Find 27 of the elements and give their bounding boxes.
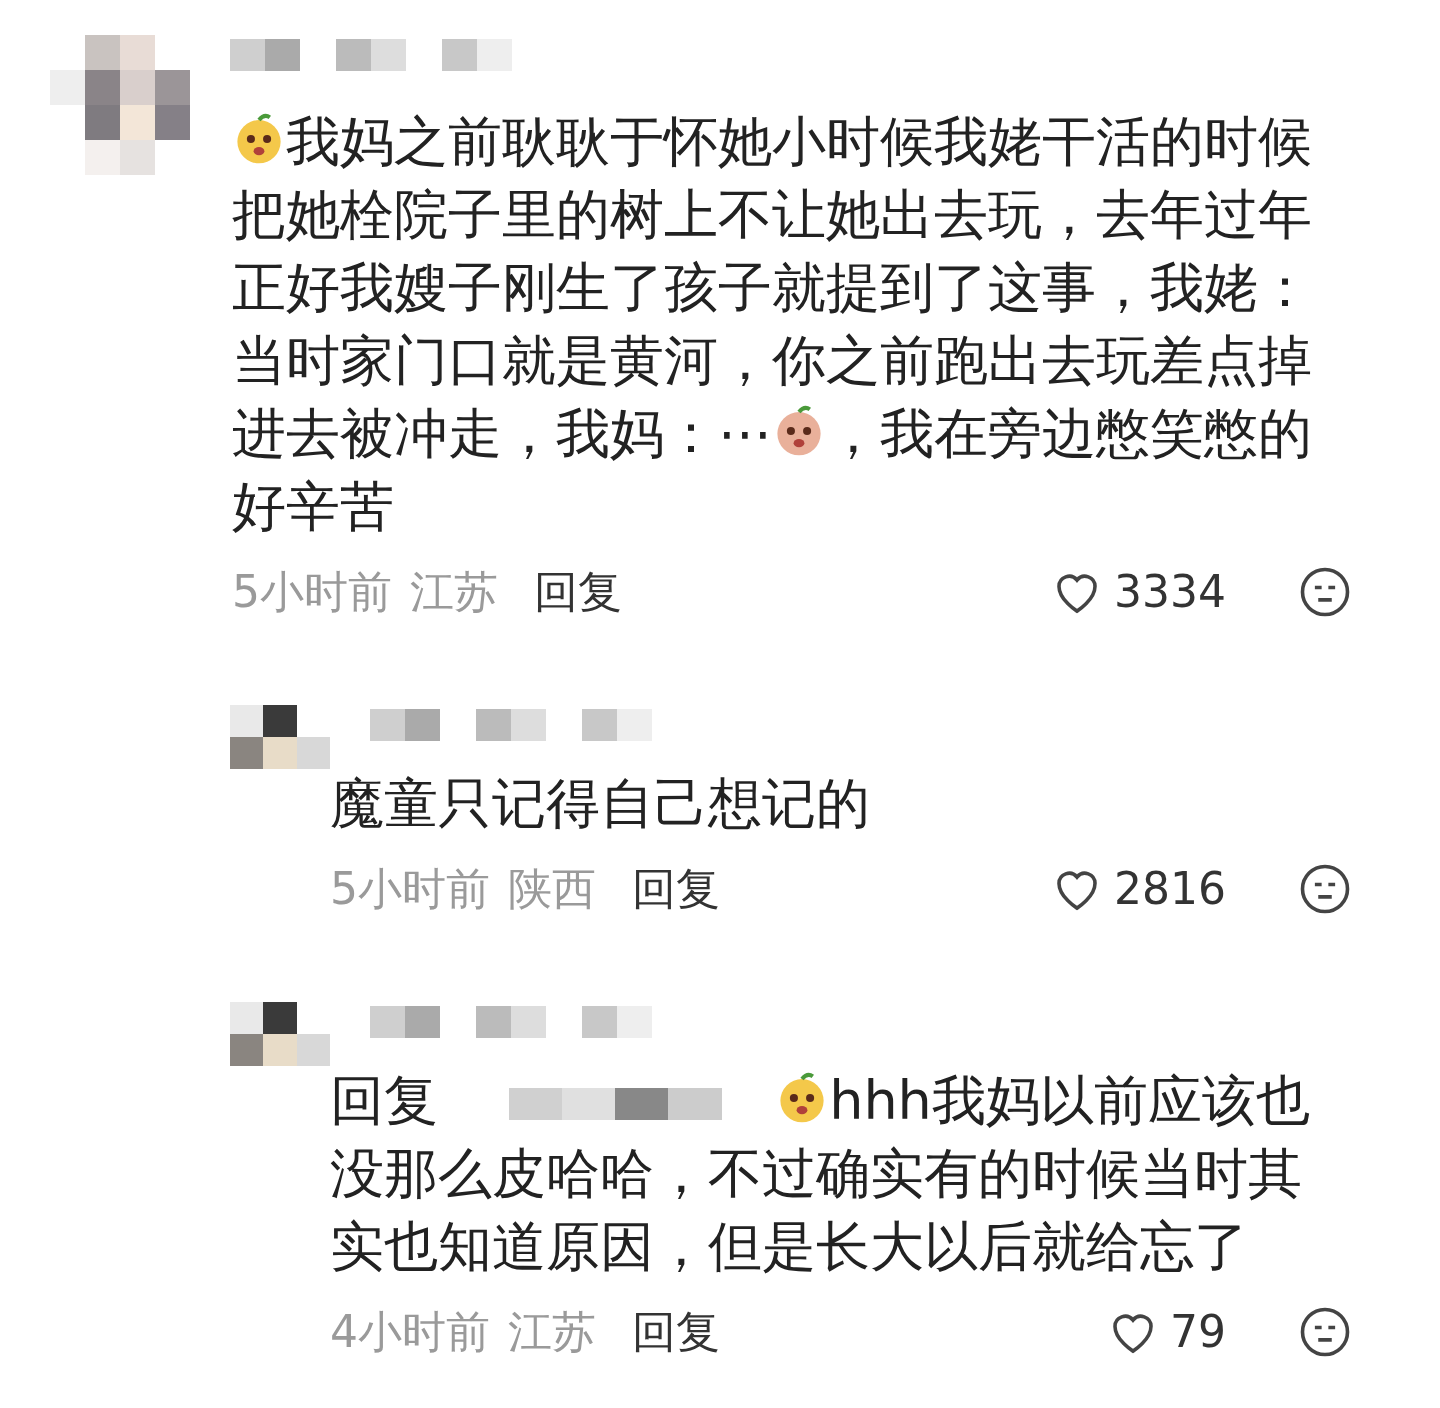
blurred-username [370,1006,440,1038]
blurred-username [370,709,440,741]
blurred-username [442,39,512,71]
reply-button[interactable]: 回复 [632,1299,720,1365]
comment-text: 我妈之前耿耿于怀她小时候我姥干活的时候把她栓院子里的树上不让她出去玩，去年过年正好我嫂子刚生了孩子就提到了这事，我姥：当时家门口就是黄河，你之前跑出去玩差点掉进去被冲走，我妈：⋯ ，我在旁边憋笑憋的好辛苦 [232,109,1313,540]
like-count: 2816 [1114,862,1226,916]
comment-location: 陕西 [508,862,596,916]
dislike-face-icon[interactable] [1298,565,1352,619]
blurred-username [336,39,406,71]
reply-button[interactable]: 回复 [534,559,622,625]
comment-time: 5小时前 [330,862,490,916]
blurred-username [230,39,300,71]
dislike-face-icon[interactable] [1298,1305,1352,1359]
blurred-username [582,1006,652,1038]
reply-button[interactable]: 回复 [632,856,720,922]
comment-text: 魔童只记得自己想记的 [330,771,871,837]
comment-location: 江苏 [508,1305,596,1359]
dislike-face-icon[interactable] [1298,862,1352,916]
blurred-username [582,709,652,741]
like-count: 3334 [1114,565,1226,619]
comment-time: 5小时前 [232,565,392,619]
blurred-username [476,1006,546,1038]
blurred-username [476,709,546,741]
comment-location: 江苏 [410,565,498,619]
comment-text: 回复 hhh我妈以前应该也没那么皮哈哈，不过确实有的时候当时其实也知道原因，但是长大以后就给忘了 [330,1068,1311,1280]
like-count: 79 [1170,1305,1226,1359]
comment-time: 4小时前 [330,1305,490,1359]
